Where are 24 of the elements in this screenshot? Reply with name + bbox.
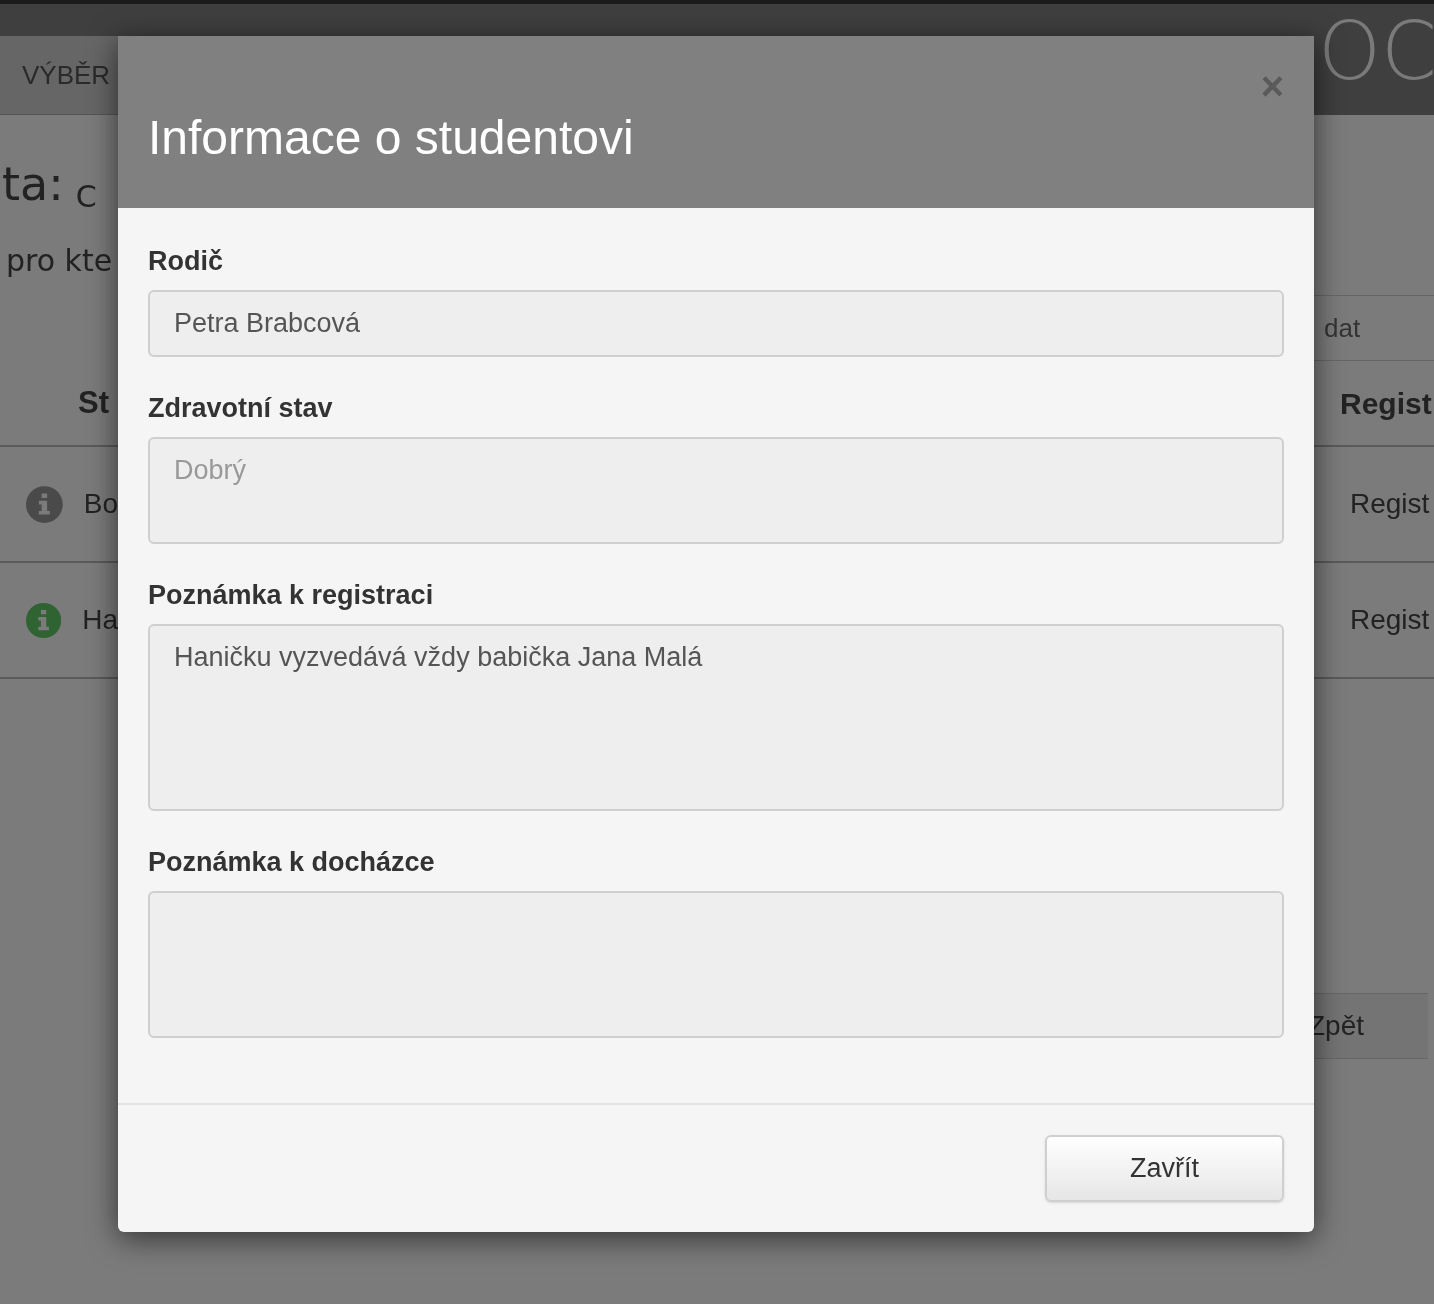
dialog-title: Informace o studentovi: [148, 114, 634, 162]
page-heading: ta:: [2, 156, 64, 213]
text-area[interactable]: [148, 891, 1284, 1038]
close-button[interactable]: ×: [1260, 66, 1284, 106]
page-heading-value: C: [75, 178, 97, 216]
table-cell-text: Regist: [1349, 603, 1430, 637]
nav-tab[interactable]: VÝBĚR: [0, 36, 118, 115]
logo: OC: [1317, 4, 1434, 100]
table-cell-text: Ha: [82, 603, 118, 637]
subtitle: pro kte: [5, 241, 113, 280]
column-header: Regist: [1339, 385, 1432, 422]
text-area[interactable]: Haničku vyzvedává vždy babička Jana Malá: [148, 624, 1284, 811]
table-cell-text: Regist: [1349, 487, 1430, 521]
info-icon[interactable]: [26, 483, 63, 525]
field-label: Rodič: [148, 246, 224, 276]
search-field[interactable]: dat: [1314, 295, 1434, 361]
input-field[interactable]: Petra Brabcová: [148, 290, 1284, 357]
field-label: Zdravotní stav: [148, 393, 334, 423]
table-cell-text: Bo: [83, 487, 118, 521]
text-area[interactable]: Dobrý: [148, 437, 1284, 544]
close-button[interactable]: Zavřít: [1045, 1135, 1284, 1202]
field-label: Poznámka k docházce: [148, 847, 436, 877]
column-header: St: [77, 383, 109, 422]
field-label: Poznámka k registraci: [148, 580, 435, 610]
